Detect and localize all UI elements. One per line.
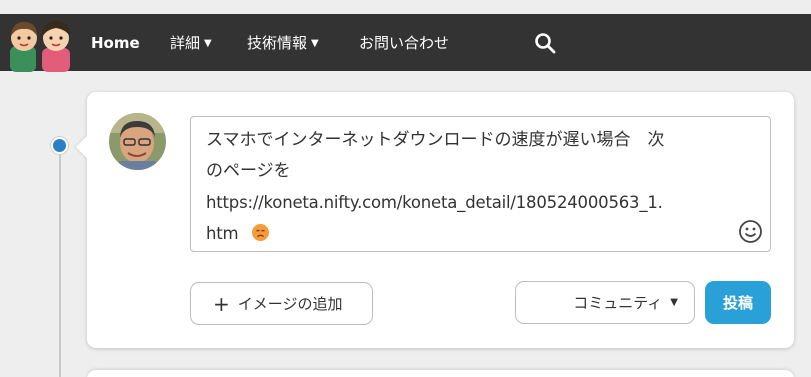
nav-detail-label: 詳細 [170,34,201,52]
nav-tech-info[interactable]: 技術情報 ▼ [247,31,319,55]
chevron-down-icon: ▼ [670,297,678,308]
nav-tech-info-label: 技術情報 [247,34,308,52]
sad-face-emoji-icon [252,224,270,241]
nav-home[interactable]: Home [91,31,140,55]
post-text-link-tail[interactable]: htm [206,224,239,243]
post-text-line: スマホでインターネットダウンロードの速度が遅い場合 次 [206,130,665,150]
next-post-card [87,370,794,377]
post-text-line: htm [206,218,758,250]
add-image-label: イメージの追加 [237,295,343,313]
chevron-down-icon: ▼ [311,38,319,49]
add-image-button[interactable]: + イメージの追加 [190,282,373,325]
post-text: スマホでインターネットダウンロードの速度が遅い場合 次 のページを https:… [206,125,758,250]
nav-detail[interactable]: 詳細 ▼ [170,31,212,55]
emoji-picker-icon[interactable] [738,219,763,244]
submit-post-button[interactable]: 投稿 [705,281,771,324]
submit-post-label: 投稿 [722,294,753,312]
chevron-down-icon: ▼ [204,38,212,49]
nav-contact-label: お問い合わせ [359,34,450,52]
nav-contact[interactable]: お問い合わせ [359,31,449,55]
timeline-line [59,147,61,377]
search-icon[interactable] [533,31,557,55]
community-select-label: コミュニティ [573,294,663,312]
avatar[interactable] [109,113,166,170]
family-logo-icon[interactable] [8,16,76,72]
nav-home-label: Home [91,34,140,52]
community-select[interactable]: コミュニティ ▼ [515,281,695,324]
timeline-dot [51,137,68,154]
post-text-line: のページを [206,161,291,181]
top-navbar: Home 詳細 ▼ 技術情報 ▼ お問い合わせ [0,14,811,72]
plus-icon: + [213,291,230,316]
post-input[interactable]: スマホでインターネットダウンロードの速度が遅い場合 次 のページを https:… [190,116,771,252]
post-text-link[interactable]: https://koneta.nifty.com/koneta_detail/1… [206,187,758,218]
